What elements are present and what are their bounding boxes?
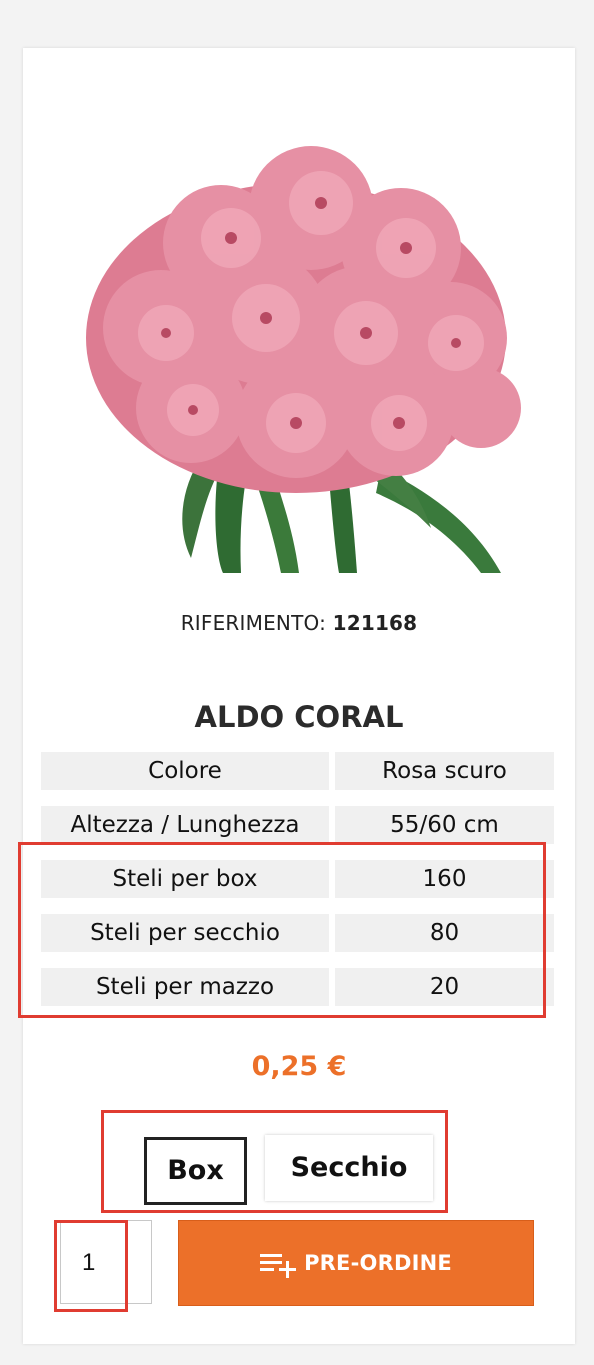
- spec-value: 160: [335, 860, 554, 898]
- spec-value: Rosa scuro: [335, 752, 554, 790]
- spec-value: 80: [335, 914, 554, 952]
- spec-label: Steli per box: [41, 860, 329, 898]
- product-card: RIFERIMENTO: 121168 ALDO CORAL Colore Ro…: [23, 48, 575, 1344]
- spec-row-altezza: Altezza / Lunghezza 55/60 cm: [41, 806, 554, 844]
- quantity-input[interactable]: 1: [60, 1220, 152, 1304]
- spec-row-steli-box: Steli per box 160: [41, 860, 554, 898]
- option-secchio-button[interactable]: Secchio: [265, 1135, 433, 1201]
- spec-value: 20: [335, 968, 554, 1006]
- spec-row-steli-mazzo: Steli per mazzo 20: [41, 968, 554, 1006]
- spec-label: Steli per secchio: [41, 914, 329, 952]
- reference-label: RIFERIMENTO:: [180, 611, 327, 635]
- playlist-add-icon: [260, 1254, 297, 1278]
- spec-label: Colore: [41, 752, 329, 790]
- option-box-button[interactable]: Box: [144, 1137, 247, 1205]
- spec-row-steli-secchio: Steli per secchio 80: [41, 914, 554, 952]
- product-price: 0,25 €: [251, 1051, 347, 1082]
- spec-row-colore: Colore Rosa scuro: [41, 752, 554, 790]
- product-title: ALDO CORAL: [194, 700, 404, 734]
- spec-label: Altezza / Lunghezza: [41, 806, 329, 844]
- product-reference: RIFERIMENTO: 121168: [23, 611, 575, 635]
- spec-label: Steli per mazzo: [41, 968, 329, 1006]
- product-image: [81, 88, 531, 598]
- spec-value: 55/60 cm: [335, 806, 554, 844]
- reference-value: 121168: [332, 611, 418, 635]
- pre-order-button[interactable]: PRE-ORDINE: [178, 1220, 534, 1306]
- pre-order-label: PRE-ORDINE: [304, 1251, 452, 1275]
